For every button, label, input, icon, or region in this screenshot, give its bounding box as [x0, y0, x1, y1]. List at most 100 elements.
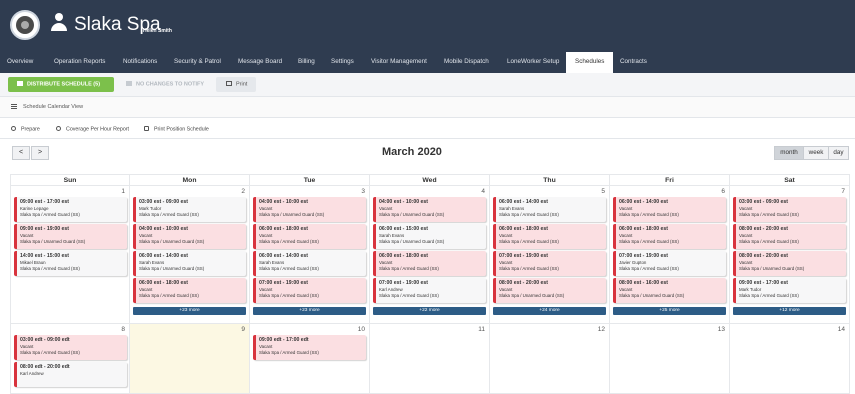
shift-time: 07:00 est - 19:00 est [379, 280, 429, 286]
day-cell[interactable]: 2 03:00 est - 09:00 est Mark Tudor Slaka Sp… [130, 186, 250, 324]
nav-message-board[interactable]: Message Board [238, 58, 282, 65]
day-number[interactable]: 11 [478, 326, 485, 333]
shift-event[interactable]: 06:00 est - 14:00 est Sarah Evans Slaka Sp… [493, 197, 606, 222]
shift-event[interactable]: 08:00 edt - 20:00 edt Karl Andrew [14, 362, 127, 387]
nav-overview[interactable]: Overview [7, 58, 33, 65]
no-changes-button[interactable]: NO CHANGES TO NOTIFY [120, 77, 204, 92]
shift-event[interactable]: 06:00 est - 18:00 est Vacant Slaka Spa / A… [493, 224, 606, 249]
day-cell[interactable]: 1 09:00 est - 17:00 est Karine Lepage Slaka… [10, 186, 130, 324]
shift-event[interactable]: 04:00 est - 10:00 est Vacant Slaka Spa / U… [133, 224, 246, 249]
day-number[interactable]: 5 [601, 188, 605, 195]
day-number[interactable]: 10 [358, 326, 365, 333]
day-number[interactable]: 8 [121, 326, 125, 333]
shift-position: Slaka Spa / Armed Guard (SS) [139, 211, 199, 217]
shift-event[interactable]: 09:00 est - 17:00 est Mark Tudor Slaka Spa… [733, 278, 846, 303]
nav-schedules[interactable]: Schedules [566, 52, 614, 73]
day-number[interactable]: 13 [718, 326, 725, 333]
shift-time: 08:00 est - 20:00 est [739, 226, 789, 232]
day-cell[interactable]: 14 [730, 324, 850, 394]
prepare-link[interactable]: Prepare [11, 126, 40, 133]
shift-position: Slaka Spa / Armed Guard (SS) [619, 265, 679, 271]
shift-event[interactable]: 06:00 est - 18:00 est Vacant Slaka Spa / A… [133, 278, 246, 303]
more-events-link[interactable]: +23 more [253, 307, 366, 315]
shift-event[interactable]: 06:00 est - 14:00 est Sarah Evans Slaka Sp… [133, 251, 246, 276]
nav-contracts[interactable]: Contracts [620, 58, 647, 65]
day-number[interactable]: 7 [841, 188, 845, 195]
day-cell[interactable]: 11 [370, 324, 490, 394]
shift-event[interactable]: 08:00 est - 16:00 est Vacant Slaka Spa / U… [613, 278, 726, 303]
day-cell[interactable]: 7 03:00 est - 09:00 est Vacant Slaka Spa / … [730, 186, 850, 324]
menu-icon[interactable] [11, 104, 17, 109]
shift-event[interactable]: 09:00 est - 19:00 est Vacant Slaka Spa / U… [14, 224, 127, 249]
day-cell[interactable]: 5 06:00 est - 14:00 est Sarah Evans Slaka S… [490, 186, 610, 324]
day-cell[interactable]: 12 [490, 324, 610, 394]
day-cell[interactable]: 6 06:00 est - 14:00 est Vacant Slaka Spa / … [610, 186, 730, 324]
distribute-schedule-button[interactable]: DISTRIBUTE SCHEDULE (5) [8, 77, 114, 92]
day-number[interactable]: 4 [481, 188, 485, 195]
nav-loneworker-setup[interactable]: LoneWorker Setup [507, 58, 559, 65]
shift-time: 06:00 est - 14:00 est [139, 253, 189, 259]
day-cell[interactable]: 10 09:00 edt - 17:00 edt Vacant Slaka Spa /… [250, 324, 370, 394]
shift-event[interactable]: 07:00 est - 19:00 est Vacant Slaka Spa / A… [493, 251, 606, 276]
day-cell[interactable]: 3 04:00 est - 10:00 est Vacant Slaka Spa / … [250, 186, 370, 324]
next-month-button[interactable]: > [31, 146, 49, 160]
day-number[interactable]: 1 [121, 188, 125, 195]
shift-event[interactable]: 06:00 est - 14:00 est Vacant Slaka Spa / A… [613, 197, 726, 222]
print-position-link[interactable]: Print Position Schedule [144, 126, 209, 133]
day-number[interactable]: 6 [721, 188, 725, 195]
shift-event[interactable]: 07:00 est - 19:00 est Javier Gupton Slaka … [613, 251, 726, 276]
shift-event[interactable]: 04:00 est - 10:00 est Vacant Slaka Spa / U… [373, 197, 486, 222]
shift-time: 07:00 est - 19:00 est [259, 280, 309, 286]
day-cell[interactable]: 4 04:00 est - 10:00 est Vacant Slaka Spa / … [370, 186, 490, 324]
day-cell[interactable]: 8 03:00 edt - 09:00 edt Vacant Slaka Spa / … [10, 324, 130, 394]
more-events-link[interactable]: +23 more [133, 307, 246, 315]
shift-event[interactable]: 03:00 est - 09:00 est Mark Tudor Slaka Spa… [133, 197, 246, 222]
nav-mobile-dispatch[interactable]: Mobile Dispatch [444, 58, 489, 65]
shift-position: Slaka Spa / Armed Guard (SS) [739, 211, 799, 217]
week-view-button[interactable]: week [803, 146, 829, 160]
day-number[interactable]: 12 [598, 326, 605, 333]
shift-event[interactable]: 07:00 est - 19:00 est Vacant Slaka Spa / A… [253, 278, 366, 303]
shift-event[interactable]: 06:00 est - 18:00 est Vacant Slaka Spa / A… [613, 224, 726, 249]
day-number[interactable]: 2 [241, 188, 245, 195]
day-cell[interactable]: 9 [130, 324, 250, 394]
more-events-link[interactable]: +22 more [373, 307, 486, 315]
day-cell[interactable]: 13 [610, 324, 730, 394]
day-number[interactable]: 14 [838, 326, 845, 333]
shift-event[interactable]: 08:00 est - 20:00 est Vacant Slaka Spa / U… [493, 278, 606, 303]
day-number[interactable]: 3 [361, 188, 365, 195]
shift-event[interactable]: 09:00 est - 17:00 est Karine Lepage Slaka … [14, 197, 127, 222]
shift-event[interactable]: 09:00 edt - 17:00 edt Vacant Slaka Spa / A… [253, 335, 366, 360]
shift-time: 07:00 est - 19:00 est [499, 253, 549, 259]
user-icon[interactable] [50, 13, 68, 33]
print-button[interactable]: Print [216, 77, 256, 92]
shift-event[interactable]: 07:00 est - 19:00 est Karl Andrew Slaka Sp… [373, 278, 486, 303]
user-name: Helen Smith [143, 28, 172, 34]
nav-billing[interactable]: Billing [298, 58, 315, 65]
shift-event[interactable]: 06:00 est - 15:00 est Sarah Evans Slaka Sp… [373, 224, 486, 249]
shift-time: 06:00 est - 18:00 est [259, 226, 309, 232]
shift-event[interactable]: 03:00 edt - 09:00 edt Vacant Slaka Spa / A… [14, 335, 127, 360]
more-events-link[interactable]: +24 more [493, 307, 606, 315]
month-view-button[interactable]: month [774, 146, 804, 160]
nav-notifications[interactable]: Notifications [123, 58, 157, 65]
nav-settings[interactable]: Settings [331, 58, 354, 65]
more-events-link[interactable]: +12 more [733, 307, 846, 315]
prev-month-button[interactable]: < [12, 146, 30, 160]
more-events-link[interactable]: +25 more [613, 307, 726, 315]
coverage-report-link[interactable]: Coverage Per Hour Report [56, 126, 129, 133]
shift-event[interactable]: 06:00 est - 14:00 est Sarah Evans Slaka Sp… [253, 251, 366, 276]
shift-event[interactable]: 04:00 est - 10:00 est Vacant Slaka Spa / U… [253, 197, 366, 222]
shift-event[interactable]: 06:00 est - 18:00 est Vacant Slaka Spa / A… [373, 251, 486, 276]
shift-event[interactable]: 08:00 est - 20:00 est Vacant Slaka Spa / A… [733, 224, 846, 249]
shift-event[interactable]: 08:00 est - 20:00 est Vacant Slaka Spa / U… [733, 251, 846, 276]
nav-security-patrol[interactable]: Security & Patrol [174, 58, 221, 65]
shift-event[interactable]: 14:00 est - 15:00 est Mikael Braun Slaka S… [14, 251, 127, 276]
shift-time: 03:00 est - 09:00 est [139, 199, 189, 205]
nav-visitor-management[interactable]: Visitor Management [371, 58, 427, 65]
day-number[interactable]: 9 [241, 326, 245, 333]
day-view-button[interactable]: day [828, 146, 849, 160]
shift-event[interactable]: 03:00 est - 09:00 est Vacant Slaka Spa / A… [733, 197, 846, 222]
shift-event[interactable]: 06:00 est - 18:00 est Vacant Slaka Spa / A… [253, 224, 366, 249]
nav-operation-reports[interactable]: Operation Reports [54, 58, 105, 65]
